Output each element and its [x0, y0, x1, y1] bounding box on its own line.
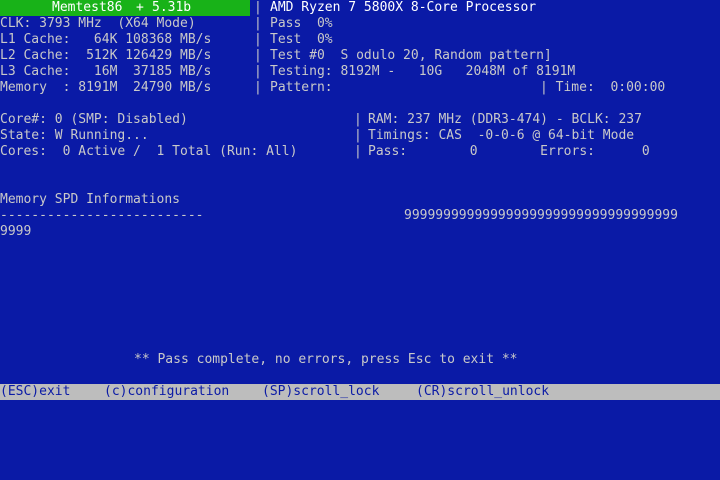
- pass-errors-info: Pass: 0 Errors: 0: [368, 144, 650, 159]
- separator: |: [254, 80, 262, 95]
- separator: |: [254, 48, 262, 63]
- completion-message: ** Pass complete, no errors, press Esc t…: [134, 352, 518, 367]
- ram-info: RAM: 237 MHz (DDR3-474) - BCLK: 237: [368, 112, 642, 127]
- app-title-plus: +: [136, 0, 144, 15]
- clock-info: CLK: 3793 MHz (X64 Mode): [0, 16, 196, 31]
- spd-underline: --------------------------: [0, 208, 204, 223]
- app-title: Memtest86: [52, 0, 123, 15]
- configuration-shortcut[interactable]: (c)configuration: [104, 384, 229, 400]
- separator: |: [354, 112, 362, 127]
- l2-cache-info: L2 Cache: 512K 126429 MB/s: [0, 48, 212, 63]
- app-version: 5.31b: [152, 0, 192, 15]
- pass-progress: Pass 0%: [270, 16, 333, 31]
- timings-info: Timings: CAS -0-0-6 @ 64-bit Mode: [368, 128, 635, 143]
- app-banner: Memtest86 + 5.31b: [0, 0, 250, 16]
- spd-data-line: 99999999999999999999999999999999999: [404, 208, 678, 223]
- scroll-unlock-shortcut[interactable]: (CR)scroll_unlock: [416, 384, 549, 400]
- separator: |: [254, 32, 262, 47]
- test-progress: Test 0%: [270, 32, 333, 47]
- footer-bar: (ESC)exit (c)configuration (SP)scroll_lo…: [0, 384, 720, 400]
- l1-cache-info: L1 Cache: 64K 108368 MB/s: [0, 32, 212, 47]
- state-info: State: W Running...: [0, 128, 149, 143]
- testing-range: Testing: 8192M - 10G 2048M of 8191M: [270, 64, 576, 79]
- memtest-screen: Memtest86 + 5.31b | | | | | | AMD Ryzen …: [0, 0, 720, 400]
- separator: |: [354, 128, 362, 143]
- memory-info: Memory : 8191M 24790 MB/s: [0, 80, 212, 95]
- scroll-lock-shortcut[interactable]: (SP)scroll_lock: [262, 384, 379, 400]
- spd-data-line: 9999: [0, 224, 32, 239]
- spd-heading: Memory SPD Informations: [0, 192, 181, 207]
- separator: |: [354, 144, 362, 159]
- exit-shortcut[interactable]: (ESC)exit: [0, 384, 70, 400]
- separator: |: [254, 0, 262, 15]
- pattern-label: Pattern:: [270, 80, 333, 95]
- test-description: Test #0 S odulo 20, Random pattern]: [270, 48, 552, 63]
- cores-info: Cores: 0 Active / 1 Total (Run: All): [0, 144, 298, 159]
- separator: |: [254, 16, 262, 31]
- separator: |: [254, 64, 262, 79]
- core-info: Core#: 0 (SMP: Disabled): [0, 112, 188, 127]
- l3-cache-info: L3 Cache: 16M 37185 MB/s: [0, 64, 212, 79]
- elapsed-time: | Time: 0:00:00: [540, 80, 666, 95]
- cpu-name: AMD Ryzen 7 5800X 8-Core Processor: [270, 0, 537, 15]
